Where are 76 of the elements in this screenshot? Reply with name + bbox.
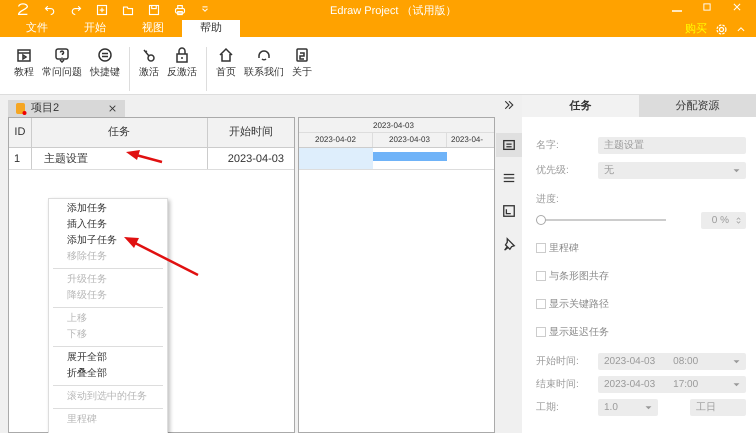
close-icon bbox=[108, 104, 117, 113]
menu-item[interactable]: 折叠全部 bbox=[49, 366, 167, 382]
list-icon bbox=[502, 171, 516, 185]
document-icon bbox=[16, 102, 27, 114]
checkbox[interactable] bbox=[536, 327, 546, 337]
menu-item[interactable]: 添加子任务 bbox=[49, 233, 167, 249]
field-label: 开始时间: bbox=[536, 354, 580, 368]
checkbox[interactable] bbox=[536, 271, 546, 281]
ribbon-button[interactable]: 反激活 bbox=[163, 47, 201, 80]
save-icon bbox=[148, 4, 160, 16]
field-label: 工期: bbox=[536, 400, 560, 414]
dropdown-arrow-icon bbox=[733, 166, 740, 174]
gantt-bar[interactable] bbox=[373, 152, 447, 161]
ribbon-button[interactable]: 关于 bbox=[288, 47, 316, 80]
checkbox-label: 显示关键路径 bbox=[549, 298, 609, 312]
ribbon-button[interactable]: 快捷键 bbox=[86, 47, 124, 80]
slider-thumb[interactable] bbox=[536, 215, 546, 225]
checkbox-label: 里程碑 bbox=[549, 242, 579, 256]
home-icon bbox=[218, 47, 234, 63]
table-cell: 1 bbox=[9, 148, 32, 169]
field-label: 名字: bbox=[536, 138, 560, 152]
menu-item[interactable]: 插入任务 bbox=[49, 217, 167, 233]
column-header[interactable]: 任务 bbox=[32, 118, 208, 147]
expand-icon bbox=[502, 99, 514, 111]
ribbon-button[interactable]: 联系我们 bbox=[240, 47, 288, 80]
timeline-date: 2023-04-03 bbox=[389, 134, 430, 146]
dropdown-arrow-icon bbox=[733, 380, 740, 388]
ribbon-button[interactable]: 首页 bbox=[212, 47, 240, 80]
redo-icon bbox=[70, 4, 82, 16]
keyboard-circle-icon bbox=[97, 47, 113, 63]
menu-tab[interactable]: 帮助 bbox=[182, 20, 240, 37]
app-logo-icon bbox=[294, 47, 310, 63]
timeline-date: 2023-04-03 bbox=[373, 120, 414, 132]
new-file-icon bbox=[96, 4, 108, 16]
settings-icon bbox=[715, 22, 728, 36]
key-icon bbox=[141, 47, 157, 63]
window-title: Edraw Project （试用版） bbox=[330, 4, 457, 19]
menu-item[interactable]: 添加任务 bbox=[49, 201, 167, 217]
checkbox[interactable] bbox=[536, 243, 546, 253]
dropdown-arrow-icon bbox=[733, 358, 740, 364]
timeline-date: 2023-04-02 bbox=[315, 134, 356, 146]
ribbon-button[interactable]: 教程 bbox=[10, 47, 38, 80]
printer-icon bbox=[174, 4, 186, 16]
spinner-icon bbox=[735, 216, 742, 224]
table-cell-text: 2023-04-03 bbox=[226, 152, 286, 167]
panel-tab[interactable]: 分配资源 bbox=[639, 95, 756, 117]
lock-icon bbox=[174, 47, 190, 63]
field-label: 进度: bbox=[536, 194, 559, 205]
minimize-icon bbox=[672, 10, 682, 12]
checkbox[interactable] bbox=[536, 299, 546, 309]
document-tab[interactable]: 项目2 bbox=[8, 100, 125, 117]
column-header[interactable]: ID bbox=[9, 118, 32, 147]
ribbon-button[interactable]: 激活 bbox=[135, 47, 163, 80]
maximize-icon bbox=[702, 2, 712, 12]
task-form-icon bbox=[502, 138, 516, 152]
menu-item[interactable]: 展开全部 bbox=[49, 350, 167, 366]
column-header[interactable]: 开始时间 bbox=[208, 118, 294, 147]
panel-tab[interactable]: 任务 bbox=[522, 95, 639, 117]
dropdown-arrow-icon bbox=[645, 404, 652, 410]
pin-icon bbox=[502, 237, 516, 251]
app-logo-icon bbox=[16, 3, 30, 17]
ribbon-button[interactable]: 常问问题 bbox=[38, 47, 86, 80]
side-panel-button[interactable] bbox=[496, 133, 522, 157]
question-bubble-icon bbox=[54, 47, 70, 63]
tag-icon bbox=[502, 204, 516, 218]
checkbox-label: 与条形图共存 bbox=[549, 270, 609, 284]
close-icon bbox=[732, 2, 742, 12]
checkbox-label: 显示延迟任务 bbox=[549, 326, 609, 340]
video-icon bbox=[16, 47, 32, 63]
annotation-arrow bbox=[126, 150, 162, 164]
field-label: 结束时间: bbox=[536, 378, 580, 392]
folder-icon bbox=[122, 4, 134, 16]
undo-icon bbox=[44, 4, 56, 16]
document-tab-title: 项目2 bbox=[31, 101, 60, 116]
timeline-date: 2023-04- bbox=[451, 134, 484, 146]
field-label: 优先级: bbox=[536, 164, 570, 178]
